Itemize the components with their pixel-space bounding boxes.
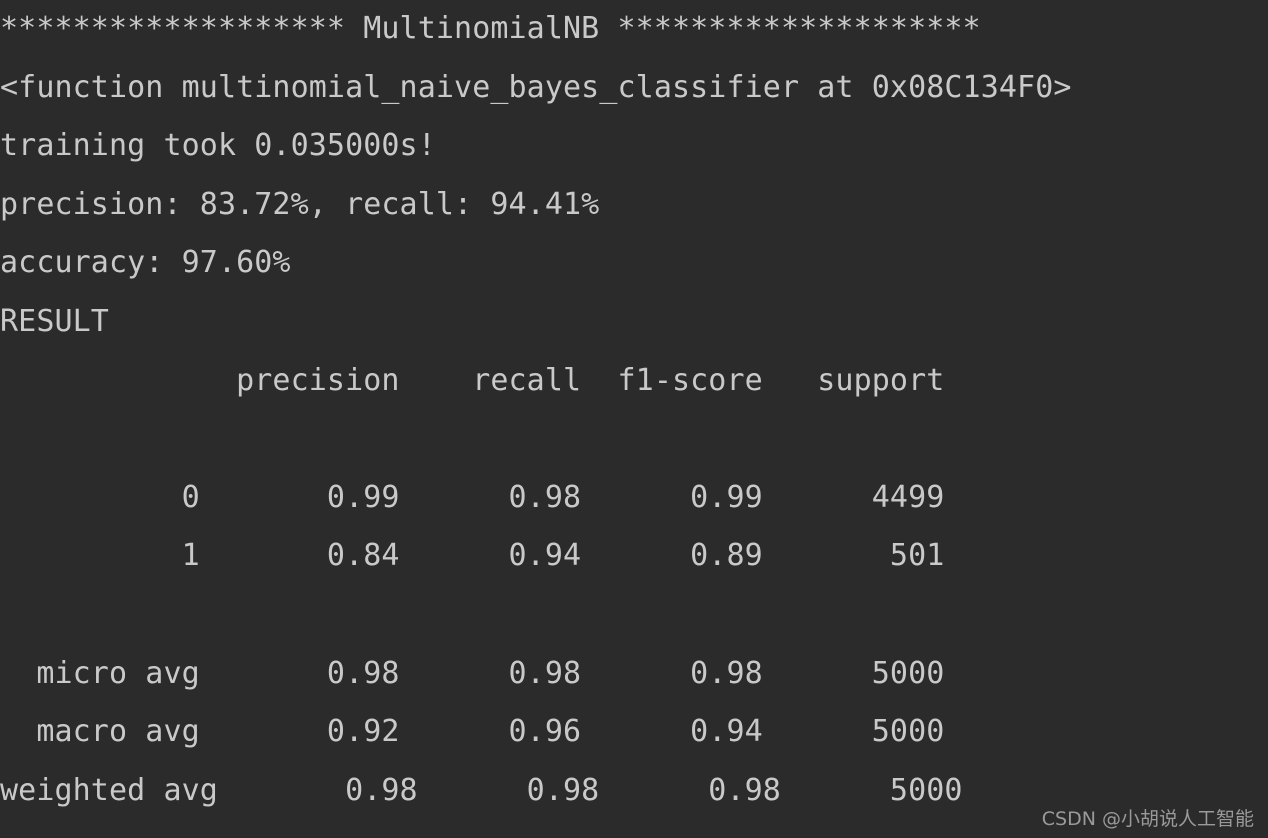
csdn-watermark: CSDN @小胡说人工智能 — [1041, 808, 1254, 830]
console-line-training-time: training took 0.035000s! — [0, 128, 436, 164]
console-line-function-repr: <function multinomial_naive_bayes_classi… — [0, 69, 1072, 105]
console-line-result-label: RESULT — [0, 303, 109, 339]
console-line-row-class-0: 0 0.99 0.98 0.99 4499 — [0, 479, 945, 515]
console-line-row-class-1: 1 0.84 0.94 0.89 501 — [0, 538, 945, 574]
terminal-console-window: ******************* MultinomialNB ******… — [0, 0, 1268, 838]
console-line-spacer-1 — [0, 410, 1268, 469]
console-line-report-header: precision recall f1-score support — [0, 362, 945, 398]
console-output-text: ******************* MultinomialNB ******… — [0, 0, 1268, 820]
console-line-row-micro-avg: micro avg 0.98 0.98 0.98 5000 — [0, 655, 945, 691]
console-line-precision-recall: precision: 83.72%, recall: 94.41% — [0, 186, 600, 222]
console-line-accuracy: accuracy: 97.60% — [0, 245, 291, 281]
console-line-row-macro-avg: macro avg 0.92 0.96 0.94 5000 — [0, 714, 945, 750]
console-line-banner: ******************* MultinomialNB ******… — [0, 11, 981, 46]
console-line-spacer-2 — [0, 586, 1268, 645]
